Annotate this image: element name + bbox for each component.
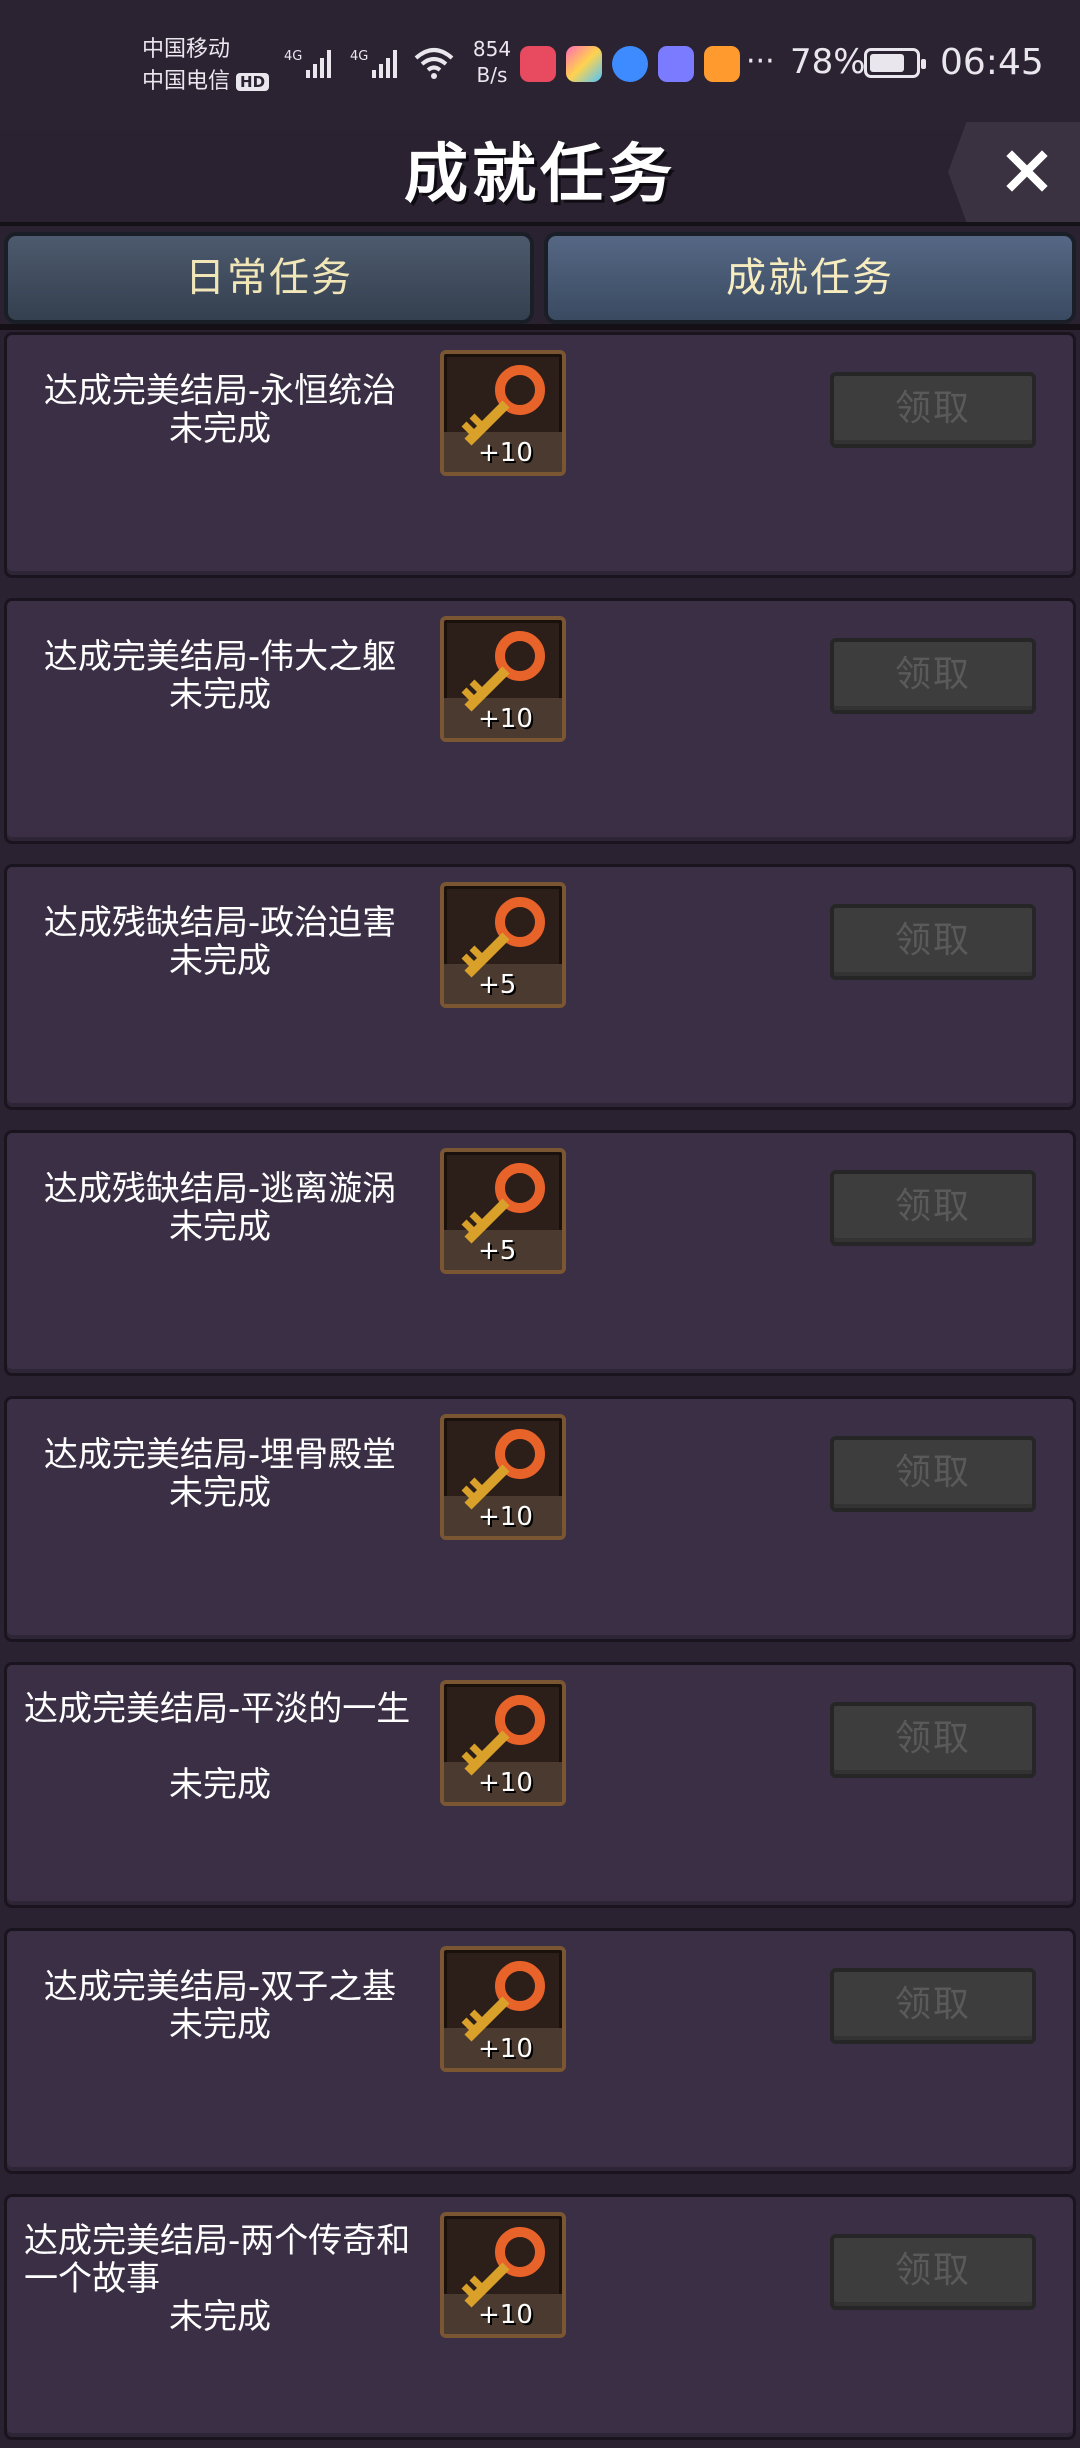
reward-slot: +10 — [440, 350, 566, 476]
network-speed-value: 854 — [472, 37, 512, 61]
signal-icon-2: 4G — [350, 49, 397, 78]
key-icon — [461, 1961, 545, 2042]
claim-button[interactable]: 领取 — [830, 2234, 1036, 2310]
hd-badge: HD — [236, 73, 270, 91]
reward-amount: +10 — [478, 438, 533, 468]
task-status: 未完成 — [169, 409, 271, 449]
key-icon — [461, 897, 545, 978]
carrier-1: 中国移动 — [142, 37, 231, 62]
claim-button[interactable]: 领取 — [830, 638, 1036, 714]
clock: 06:45 — [940, 42, 1044, 83]
colorful-app-icon — [566, 46, 602, 82]
reward-slot: +10 — [440, 2212, 566, 2338]
reward-amount: +5 — [478, 1236, 517, 1266]
task-name: 达成完美结局-两个传奇和一个故事 — [24, 2221, 411, 2299]
task-status: 未完成 — [169, 1473, 271, 1513]
network-speed: 854 B/s — [462, 36, 522, 88]
claim-button[interactable]: 领取 — [830, 1436, 1036, 1512]
signal-icon-1: 4G — [284, 49, 331, 78]
task-status: 未完成 — [169, 2005, 271, 2045]
reward-slot: +10 — [440, 1680, 566, 1806]
reward-amount: +10 — [478, 2300, 533, 2330]
claim-button[interactable]: 领取 — [830, 372, 1036, 448]
status-bar: 中国移动 中国电信 HD 4G 4G 854 B/s ··· 78% 06:45 — [0, 0, 1080, 130]
network-speed-unit: B/s — [476, 63, 508, 87]
net-type-2: 4G — [350, 49, 368, 64]
browser-app-icon — [612, 46, 648, 82]
claim-button[interactable]: 领取 — [830, 1968, 1036, 2044]
book-app-icon — [520, 46, 556, 82]
close-button[interactable] — [948, 122, 1080, 222]
more-notifications-icon: ··· — [746, 44, 775, 79]
task-name: 达成残缺结局-逃离漩涡 — [43, 1169, 397, 1209]
video-app-icon — [704, 46, 740, 82]
reward-slot: +10 — [440, 616, 566, 742]
reward-slot: +10 — [440, 1946, 566, 2072]
reward-amount: +10 — [478, 1768, 533, 1798]
task-name: 达成完美结局-永恒统治 — [43, 371, 397, 411]
task-row: 达成残缺结局-政治迫害 未完成 +5 领取 — [0, 864, 1080, 1118]
notification-icons — [520, 46, 740, 82]
claim-button[interactable]: 领取 — [830, 904, 1036, 980]
task-row: 达成完美结局-两个传奇和一个故事 未完成 +10 领取 — [0, 2194, 1080, 2448]
battery-icon — [864, 48, 926, 78]
reward-amount: +10 — [478, 704, 533, 734]
task-status: 未完成 — [169, 675, 271, 715]
reward-amount: +10 — [478, 2034, 533, 2064]
task-status: 未完成 — [169, 2297, 271, 2337]
task-row: 达成完美结局-伟大之躯 未完成 +10 领取 — [0, 598, 1080, 852]
reward-amount: +5 — [478, 970, 517, 1000]
header-divider — [0, 222, 1080, 226]
battery-percent: 78% — [790, 42, 866, 82]
claim-button[interactable]: 领取 — [830, 1170, 1036, 1246]
task-name: 达成完美结局-双子之基 — [43, 1967, 397, 2007]
task-name: 达成完美结局-埋骨殿堂 — [43, 1435, 397, 1475]
key-icon — [461, 631, 545, 712]
tab-daily-tasks[interactable]: 日常任务 — [4, 232, 534, 324]
task-row: 达成残缺结局-逃离漩涡 未完成 +5 领取 — [0, 1130, 1080, 1384]
page-title: 成就任务 — [404, 138, 676, 212]
music-app-icon — [658, 46, 694, 82]
key-icon — [461, 365, 545, 446]
reward-slot: +10 — [440, 1414, 566, 1540]
claim-button[interactable]: 领取 — [830, 1702, 1036, 1778]
key-icon — [461, 1695, 545, 1776]
task-row: 达成完美结局-双子之基 未完成 +10 领取 — [0, 1928, 1080, 2182]
carrier-2: 中国电信 — [142, 69, 231, 94]
reward-slot: +5 — [440, 1148, 566, 1274]
task-name: 达成残缺结局-政治迫害 — [43, 903, 397, 943]
reward-slot: +5 — [440, 882, 566, 1008]
task-row: 达成完美结局-埋骨殿堂 未完成 +10 领取 — [0, 1396, 1080, 1650]
task-row: 达成完美结局-永恒统治 未完成 +10 领取 — [0, 332, 1080, 586]
key-icon — [461, 2227, 545, 2308]
task-name: 达成完美结局-伟大之躯 — [43, 637, 397, 677]
tabs-divider — [0, 324, 1080, 330]
task-status: 未完成 — [169, 941, 271, 981]
task-status: 未完成 — [169, 1207, 271, 1247]
reward-amount: +10 — [478, 1502, 533, 1532]
key-icon — [461, 1429, 545, 1510]
task-status: 未完成 — [169, 1765, 271, 1805]
tab-bar: 日常任务 成就任务 — [4, 232, 1076, 324]
tab-achievement-tasks[interactable]: 成就任务 — [544, 232, 1076, 324]
net-type-1: 4G — [284, 49, 302, 64]
close-icon — [1006, 150, 1048, 192]
task-row: 达成完美结局-平淡的一生 未完成 +10 领取 — [0, 1662, 1080, 1916]
carrier-info: 中国移动 中国电信 HD — [142, 34, 270, 98]
key-icon — [461, 1163, 545, 1244]
task-name: 达成完美结局-平淡的一生 — [24, 1689, 411, 1729]
wifi-icon — [414, 48, 454, 79]
